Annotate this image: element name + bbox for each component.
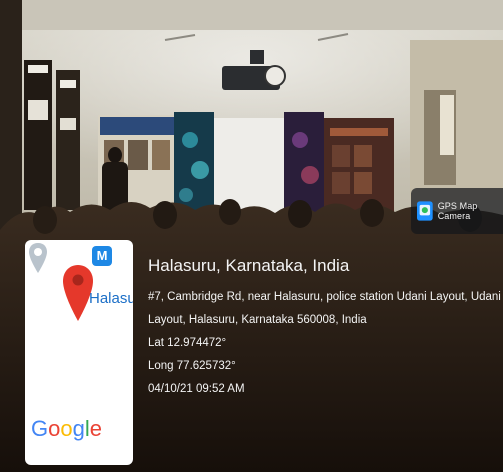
map-pin-secondary-icon xyxy=(29,243,47,273)
map-place-label: Halasu xyxy=(89,290,133,307)
gps-map-camera-badge: GPS Map Camera xyxy=(411,188,503,234)
latitude: Lat 12.974472° xyxy=(148,337,227,349)
address-line-2: Layout, Halasuru, Karnataka 560008, Indi… xyxy=(148,314,367,326)
gps-camera-icon xyxy=(417,201,433,221)
map-marker-badge: M xyxy=(92,246,112,266)
gps-badge-label: GPS Map Camera xyxy=(437,201,478,221)
google-logo: Google xyxy=(31,416,103,441)
longitude: Long 77.625732° xyxy=(148,360,236,372)
address-line-1: #7, Cambridge Rd, near Halasuru, police … xyxy=(148,291,501,303)
timestamp: 04/10/21 09:52 AM xyxy=(148,383,245,395)
location-info: Halasuru, Karnataka, India #7, Cambridge… xyxy=(148,256,501,401)
map-thumbnail: M Halasu Google xyxy=(25,240,133,465)
location-title: Halasuru, Karnataka, India xyxy=(148,256,350,275)
